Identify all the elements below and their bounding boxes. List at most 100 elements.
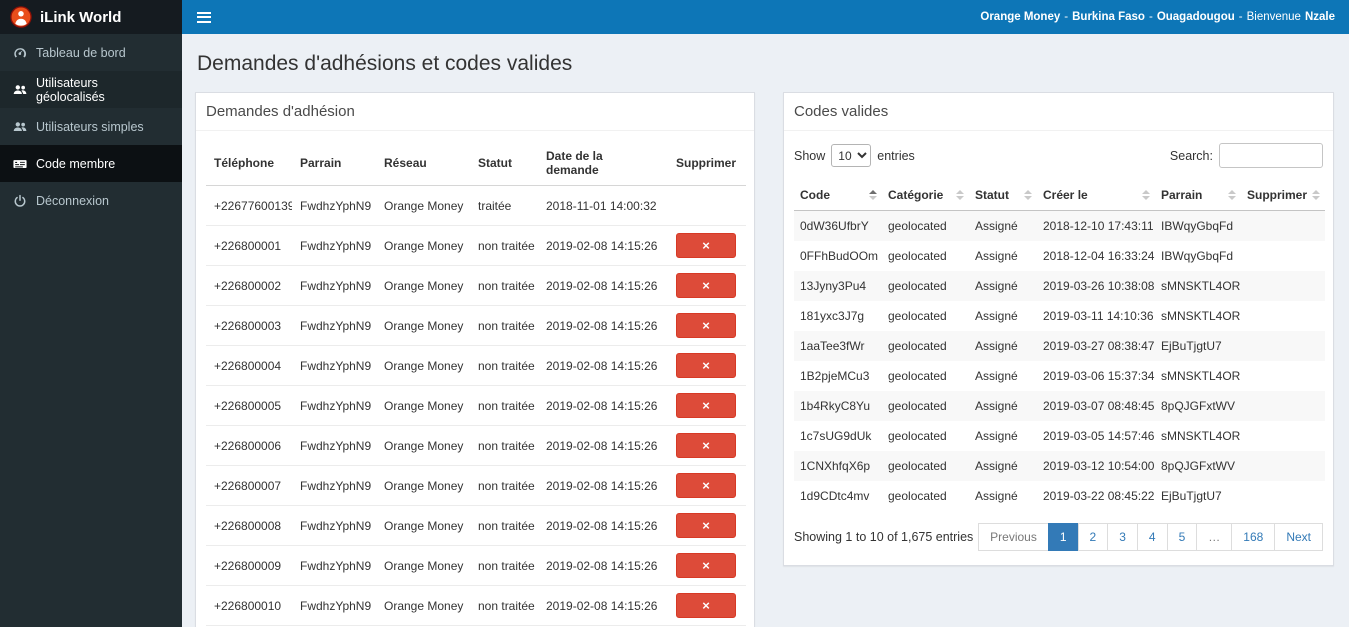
users-icon (13, 121, 27, 131)
cell-creer-le: 2019-03-07 08:48:45 (1043, 399, 1155, 413)
cell-supprimer: × (666, 345, 746, 386)
cell-supprimer (1241, 481, 1325, 511)
cell-parrain: sMNSKTL4OR (1161, 429, 1241, 443)
cell-code: 1B2pjeMCu3 (800, 369, 870, 383)
cell-telephone: +226800003 (206, 305, 292, 346)
cell-telephone: +226800008 (206, 505, 292, 546)
col-code[interactable]: Code (794, 180, 882, 211)
cell-supprimer: × (666, 425, 746, 466)
sidebar-item-utilisateurs-geolocalises[interactable]: Utilisateurs géolocalisés (0, 71, 182, 108)
sidebar-item-code-membre[interactable]: Code membre (0, 145, 182, 182)
cell-date: 2019-02-08 14:15:26 (538, 545, 666, 586)
page-button[interactable]: 168 (1231, 523, 1276, 551)
cell-parrain: FwdhzYphN9 (292, 585, 376, 626)
cell-telephone: +226800001 (206, 225, 292, 266)
power-icon (14, 194, 26, 207)
cell-telephone: +226800009 (206, 545, 292, 586)
cell-code: 0dW36UfbrY (800, 219, 869, 233)
cell-statut: Assigné (975, 249, 1018, 263)
adhesion-row: +226800004 FwdhzYphN9 Orange Money non t… (206, 345, 746, 386)
cell-telephone: +22677600139 (206, 185, 292, 226)
cell-reseau: Orange Money (376, 305, 470, 346)
sort-icon (1312, 190, 1320, 200)
cell-creer-le: 2019-03-26 10:38:08 (1043, 279, 1155, 293)
cell-reseau: Orange Money (376, 385, 470, 426)
cell-reseau: Orange Money (376, 465, 470, 506)
cell-statut: non traitée (470, 465, 538, 506)
col-parrain: Parrain (292, 141, 376, 186)
page-button[interactable]: 3 (1107, 523, 1138, 551)
cell-reseau: Orange Money (376, 585, 470, 626)
sort-icon (1228, 190, 1236, 200)
cell-date: 2019-02-08 14:15:26 (538, 345, 666, 386)
code-row: 0FFhBudOOm geolocated Assigné 2018-12-04… (794, 241, 1325, 271)
cell-parrain: FwdhzYphN9 (292, 545, 376, 586)
page-button[interactable]: 2 (1077, 523, 1109, 551)
sidebar-item-deconnexion[interactable]: Déconnexion (0, 182, 182, 219)
cell-creer-le: 2019-03-27 08:38:47 (1043, 339, 1155, 353)
cell-code: 1aaTee3fWr (800, 339, 865, 353)
delete-request-button[interactable]: × (676, 233, 736, 258)
code-row: 1b4RkyC8Yu geolocated Assigné 2019-03-07… (794, 391, 1325, 421)
cell-parrain: FwdhzYphN9 (292, 345, 376, 386)
cell-telephone: +226800010 (206, 585, 292, 626)
cell-parrain: EjBuTjgtU7 (1161, 339, 1222, 353)
delete-request-button[interactable]: × (676, 473, 736, 498)
cell-date: 2019-02-08 14:15:26 (538, 265, 666, 306)
pagination: Previous 1 2 3 4 5 … 168 Next (978, 523, 1323, 551)
col-creer-le[interactable]: Créer le (1037, 180, 1155, 211)
delete-request-button[interactable]: × (676, 593, 736, 618)
search-input[interactable] (1219, 143, 1323, 168)
sidebar-item-utilisateurs-simples[interactable]: Utilisateurs simples (0, 108, 182, 145)
col-categorie[interactable]: Catégorie (882, 180, 969, 211)
col-statut[interactable]: Statut (969, 180, 1037, 211)
delete-request-button[interactable]: × (676, 273, 736, 298)
col-supprimer[interactable]: Supprimer (1241, 180, 1325, 211)
cell-date: 2019-02-08 14:15:26 (538, 585, 666, 626)
cell-statut: Assigné (975, 459, 1018, 473)
page-length-select[interactable]: 10 (831, 144, 872, 167)
cell-supprimer: × (666, 545, 746, 586)
col-parrain[interactable]: Parrain (1155, 180, 1241, 211)
cell-telephone: +226800006 (206, 425, 292, 466)
page-button[interactable]: 4 (1136, 523, 1168, 551)
delete-request-button[interactable]: × (676, 433, 736, 458)
delete-request-button[interactable]: × (676, 313, 736, 338)
page-button[interactable]: 5 (1166, 523, 1198, 551)
cell-parrain: IBWqyGbqFd (1161, 249, 1234, 263)
cell-date: 2018-11-01 14:00:32 (538, 185, 666, 226)
sidebar-toggle-button[interactable] (182, 0, 226, 34)
col-statut: Statut (470, 141, 538, 186)
delete-request-button[interactable]: × (676, 393, 736, 418)
cell-date: 2019-02-08 14:15:26 (538, 385, 666, 426)
search-control: Search: (1170, 143, 1323, 168)
delete-request-button[interactable]: × (676, 353, 736, 378)
cell-supprimer (1241, 421, 1325, 451)
cell-date: 2019-02-08 14:15:26 (538, 505, 666, 546)
x-icon: × (702, 238, 710, 253)
delete-request-button[interactable]: × (676, 553, 736, 578)
cell-reseau: Orange Money (376, 185, 470, 226)
codes-header-row: Code Catégorie Statut Créer le Parrain S… (794, 180, 1325, 211)
delete-request-button[interactable]: × (676, 513, 736, 538)
brand-link[interactable]: iLink World (0, 0, 182, 34)
page-button[interactable]: … (1196, 523, 1233, 551)
entries-label: entries (877, 148, 915, 163)
navbar: Orange Money - Burkina Faso - Ouagadougo… (182, 0, 1349, 34)
cell-creer-le: 2018-12-10 17:43:11 (1043, 219, 1154, 233)
sidebar-item-tableau-de-bord[interactable]: Tableau de bord (0, 34, 182, 71)
page-button[interactable]: Previous (978, 523, 1049, 551)
code-row: 1aaTee3fWr geolocated Assigné 2019-03-27… (794, 331, 1325, 361)
cell-statut: non traitée (470, 265, 538, 306)
page-button[interactable]: 1 (1047, 523, 1079, 551)
cell-statut: Assigné (975, 369, 1018, 383)
adhesions-header-row: Téléphone Parrain Réseau Statut Date de … (206, 141, 746, 186)
page-button[interactable]: Next (1274, 523, 1323, 551)
adhesions-table: Téléphone Parrain Réseau Statut Date de … (206, 141, 746, 627)
cell-statut: Assigné (975, 339, 1018, 353)
code-row: 181yxc3J7g geolocated Assigné 2019-03-11… (794, 301, 1325, 331)
cell-categorie: geolocated (888, 219, 947, 233)
cell-statut: Assigné (975, 489, 1018, 503)
cell-supprimer: × (666, 225, 746, 266)
cell-parrain: FwdhzYphN9 (292, 425, 376, 466)
